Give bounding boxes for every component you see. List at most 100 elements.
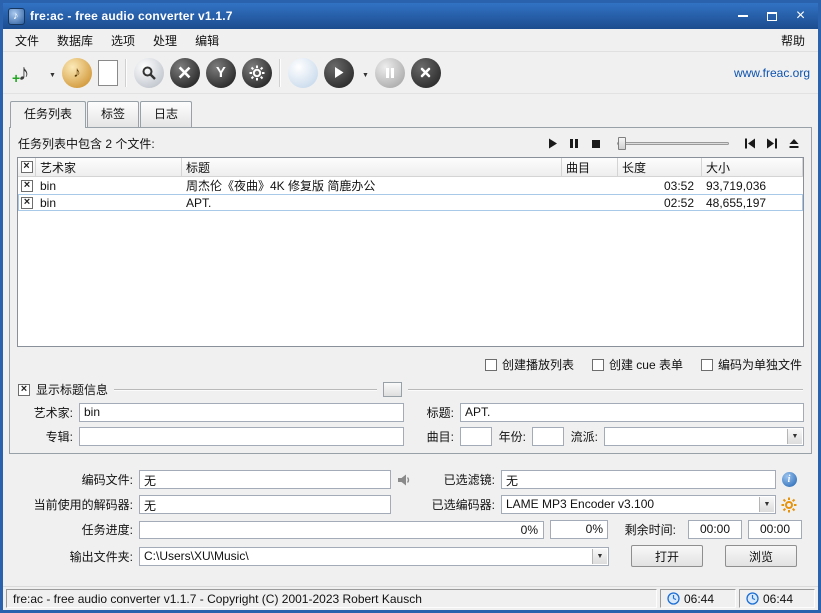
tab-log[interactable]: 日志 bbox=[140, 101, 192, 127]
progress-label: 任务进度: bbox=[13, 521, 139, 538]
stop-encoding-button[interactable] bbox=[411, 58, 441, 88]
menu-database[interactable]: 数据库 bbox=[48, 29, 102, 52]
table-header: 艺术家 标题 曲目 长度 大小 bbox=[18, 158, 803, 177]
app-icon[interactable] bbox=[8, 8, 25, 25]
signal-processing-button[interactable] bbox=[206, 58, 236, 88]
general-settings-button[interactable] bbox=[170, 58, 200, 88]
table-row[interactable]: bin APT. 02:52 48,655,197 bbox=[18, 194, 803, 211]
plus-icon bbox=[12, 70, 20, 86]
chevron-down-icon[interactable] bbox=[759, 497, 774, 512]
show-tag-info-toggle[interactable] bbox=[18, 384, 30, 396]
menu-help[interactable]: 帮助 bbox=[771, 29, 815, 52]
tab-tags[interactable]: 标签 bbox=[87, 101, 139, 127]
checkbox-icon[interactable] bbox=[485, 359, 497, 371]
skip-forward-icon bbox=[766, 138, 778, 149]
joblist-summary: 任务列表中包含 2 个文件: bbox=[18, 135, 155, 152]
preview-pause-button[interactable] bbox=[565, 136, 583, 151]
rip-cd-button[interactable] bbox=[62, 58, 92, 88]
minimize-button[interactable] bbox=[728, 6, 757, 26]
chevron-down-icon[interactable] bbox=[787, 429, 802, 444]
encoder-label: 已选编码器: bbox=[417, 496, 501, 513]
pause-icon bbox=[384, 67, 396, 79]
time-value: 06:44 bbox=[684, 592, 714, 606]
preview-play-button[interactable] bbox=[543, 136, 561, 151]
start-encoding-dropdown-icon[interactable] bbox=[362, 66, 369, 80]
column-header-length[interactable]: 长度 bbox=[618, 158, 702, 176]
artist-field[interactable]: bin bbox=[79, 403, 404, 422]
summary-row: 任务列表中包含 2 个文件: bbox=[18, 135, 803, 152]
freac-website-link[interactable]: www.freac.org bbox=[734, 66, 810, 80]
column-header-title[interactable]: 标题 bbox=[182, 158, 562, 176]
minimize-icon bbox=[738, 15, 748, 17]
menu-options[interactable]: 选项 bbox=[102, 29, 144, 52]
statusbar: fre:ac - free audio converter v1.1.7 - C… bbox=[3, 586, 818, 610]
option-create-cue[interactable]: 创建 cue 表单 bbox=[592, 356, 683, 373]
menu-processing[interactable]: 处理 bbox=[144, 29, 186, 52]
row-checkbox[interactable] bbox=[18, 180, 36, 192]
album-field[interactable] bbox=[79, 427, 404, 446]
slider-thumb[interactable] bbox=[618, 137, 626, 150]
tag-view-dropdown-button[interactable] bbox=[383, 382, 402, 397]
add-files-dropdown-icon[interactable] bbox=[49, 66, 56, 80]
row-checkbox[interactable] bbox=[18, 197, 36, 209]
menu-edit[interactable]: 编辑 bbox=[186, 29, 228, 52]
column-header-size[interactable]: 大小 bbox=[702, 158, 803, 176]
configure-encoder-button[interactable] bbox=[242, 58, 272, 88]
album-label: 专辑: bbox=[17, 428, 79, 445]
menubar: 文件 数据库 选项 处理 编辑 帮助 bbox=[3, 29, 818, 52]
option-encode-single-file[interactable]: 编码为单独文件 bbox=[701, 356, 802, 373]
output-folder-combobox[interactable]: C:\Users\XU\Music\ bbox=[139, 547, 609, 566]
option-label: 创建播放列表 bbox=[502, 356, 574, 373]
cell-size: 93,719,036 bbox=[702, 179, 803, 193]
checkbox-icon[interactable] bbox=[592, 359, 604, 371]
tab-joblist[interactable]: 任务列表 bbox=[10, 101, 86, 128]
gear-icon bbox=[249, 65, 265, 81]
option-create-playlist[interactable]: 创建播放列表 bbox=[485, 356, 574, 373]
year-field[interactable] bbox=[532, 427, 564, 446]
checkbox-icon bbox=[21, 180, 33, 192]
tag-info-label: 显示标题信息 bbox=[36, 381, 108, 398]
maximize-button[interactable] bbox=[757, 6, 786, 26]
track-field[interactable] bbox=[460, 427, 492, 446]
stop-x-icon bbox=[419, 66, 432, 79]
cddb-query-button[interactable] bbox=[134, 58, 164, 88]
close-button[interactable] bbox=[786, 6, 815, 26]
preview-stop-button[interactable] bbox=[587, 136, 605, 151]
encoder-settings-slot bbox=[776, 497, 802, 513]
titlebar[interactable]: fre:ac - free audio converter v1.1.7 bbox=[3, 3, 818, 29]
previous-track-button[interactable] bbox=[741, 136, 759, 151]
title-field[interactable]: APT. bbox=[460, 403, 804, 422]
table-row[interactable]: bin 周杰伦《夜曲》4K 修复版 简鹿办公 03:52 93,719,036 bbox=[18, 177, 803, 194]
splitter-icon bbox=[216, 64, 226, 81]
play-icon bbox=[332, 66, 345, 79]
encoder-settings-gear-icon[interactable] bbox=[781, 497, 797, 513]
eject-button[interactable] bbox=[785, 136, 803, 151]
clock-icon bbox=[746, 592, 759, 605]
status-row: 输出文件夹: C:\Users\XU\Music\ 打开 浏览 bbox=[13, 545, 802, 567]
column-header-artist[interactable]: 艺术家 bbox=[36, 158, 182, 176]
toolbar-separator bbox=[279, 59, 281, 87]
chevron-down-icon[interactable] bbox=[592, 549, 607, 564]
tag-info-header: 显示标题信息 bbox=[18, 381, 803, 398]
time-remaining-label: 剩余时间: bbox=[618, 521, 682, 538]
selected-filter-label: 已选滤镜: bbox=[417, 471, 501, 488]
encoder-combobox[interactable]: LAME MP3 Encoder v3.100 bbox=[501, 495, 776, 514]
divider-line bbox=[114, 389, 377, 391]
artist-label: 艺术家: bbox=[17, 404, 79, 421]
browse-folder-button[interactable]: 浏览 bbox=[725, 545, 797, 567]
app-window: fre:ac - free audio converter v1.1.7 文件 … bbox=[0, 0, 821, 613]
info-icon[interactable] bbox=[782, 472, 797, 487]
playback-device-button[interactable] bbox=[288, 58, 318, 88]
menu-file[interactable]: 文件 bbox=[6, 29, 48, 52]
add-files-button[interactable] bbox=[11, 58, 41, 88]
open-playlist-button[interactable] bbox=[98, 60, 118, 86]
open-folder-button[interactable]: 打开 bbox=[631, 545, 703, 567]
checkbox-icon[interactable] bbox=[701, 359, 713, 371]
select-all-checkbox[interactable] bbox=[18, 158, 36, 176]
column-header-track[interactable]: 曲目 bbox=[562, 158, 618, 176]
genre-combobox[interactable] bbox=[604, 427, 804, 446]
playback-position-slider[interactable] bbox=[617, 136, 729, 151]
pause-encoding-button[interactable] bbox=[375, 58, 405, 88]
start-encoding-button[interactable] bbox=[324, 58, 354, 88]
next-track-button[interactable] bbox=[763, 136, 781, 151]
